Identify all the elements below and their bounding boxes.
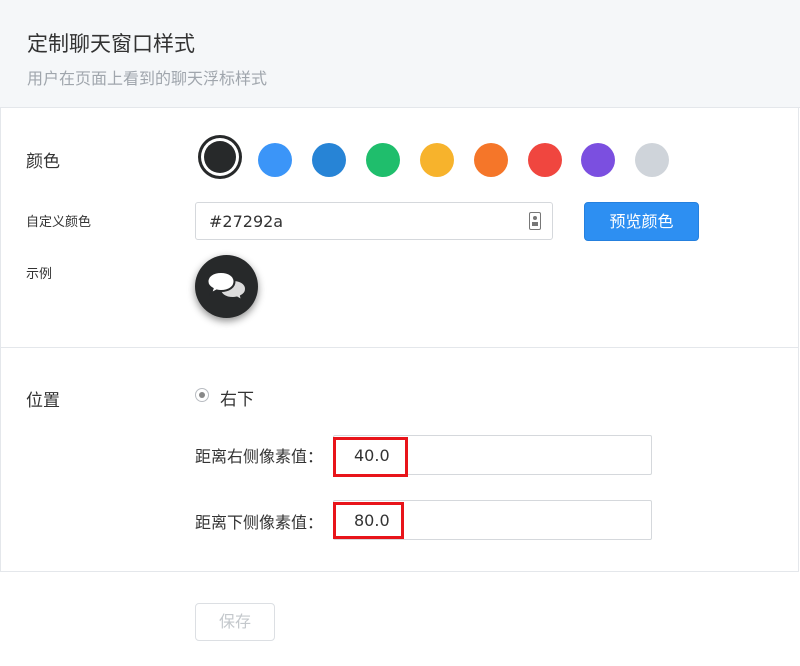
page-subtitle: 用户在页面上看到的聊天浮标样式 [27, 69, 268, 88]
color-label: 颜色 [26, 152, 60, 172]
custom-color-label: 自定义颜色 [26, 215, 92, 230]
color-swatch-purple[interactable] [581, 143, 615, 177]
chat-bubbles-icon [207, 271, 247, 301]
right-offset-label: 距离右侧像素值： [195, 447, 324, 466]
position-radio-bottom-right[interactable] [195, 388, 209, 402]
color-swatch-yellow[interactable] [420, 143, 454, 177]
bottom-offset-label: 距离下侧像素值： [195, 513, 324, 532]
preview-color-button[interactable]: 预览颜色 [584, 202, 699, 241]
color-swatch-darkblue[interactable] [312, 143, 346, 177]
page-header: 定制聊天窗口样式 用户在页面上看到的聊天浮标样式 [0, 0, 800, 108]
color-swatch-dark[interactable] [204, 141, 236, 173]
color-swatch-orange[interactable] [474, 143, 508, 177]
right-offset-input[interactable]: 40.0 [333, 435, 652, 475]
position-label: 位置 [26, 391, 60, 411]
bottom-offset-value: 80.0 [354, 511, 390, 530]
right-offset-value: 40.0 [354, 446, 390, 465]
custom-color-input[interactable]: #27292a [195, 202, 553, 240]
color-swatch-gray[interactable] [635, 143, 669, 177]
custom-color-value: #27292a [209, 212, 284, 231]
bottom-offset-input[interactable]: 80.0 [333, 500, 652, 540]
example-label: 示例 [26, 267, 53, 282]
chat-float-preview [195, 255, 258, 318]
page-title: 定制聊天窗口样式 [27, 32, 195, 56]
color-swatch-green[interactable] [366, 143, 400, 177]
color-picker-icon[interactable] [529, 212, 541, 230]
color-swatch-blue[interactable] [258, 143, 292, 177]
save-button[interactable]: 保存 [195, 603, 275, 641]
color-swatch-red[interactable] [528, 143, 562, 177]
position-radio-label[interactable]: 右下 [220, 385, 254, 410]
